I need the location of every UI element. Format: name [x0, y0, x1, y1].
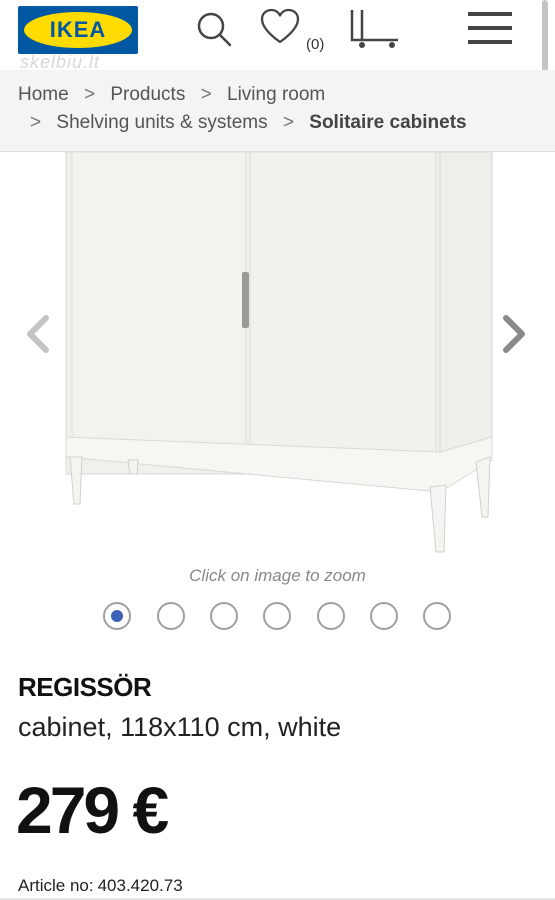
breadcrumb-separator: > [30, 112, 42, 133]
breadcrumb-shelving-units[interactable]: Shelving units & systems [56, 112, 267, 133]
image-dot[interactable] [317, 602, 345, 630]
breadcrumb-row-1: Home > Products > Living room [18, 84, 325, 106]
search-icon [197, 12, 232, 47]
zoom-hint: Click on image to zoom [189, 566, 366, 585]
product-description: cabinet, 118x110 cm, white [18, 712, 342, 742]
shopping-trolley-icon [350, 10, 398, 48]
product-image[interactable] [0, 152, 555, 562]
search-button[interactable] [192, 8, 236, 52]
image-dot[interactable] [210, 602, 238, 630]
image-pagination [103, 602, 463, 630]
article-value: 403.420.73 [97, 876, 183, 895]
image-dot[interactable] [103, 602, 131, 630]
breadcrumb-current: Solitaire cabinets [309, 112, 467, 133]
product-price: 279 € [16, 773, 169, 847]
breadcrumb: Home > Products > Living room > Shelving… [0, 70, 555, 152]
cart-button[interactable] [348, 8, 404, 52]
product-name: REGISSÖR [18, 672, 152, 702]
article-label: Article no: [18, 876, 94, 895]
breadcrumb-separator: > [200, 84, 212, 105]
breadcrumb-home[interactable]: Home [18, 84, 69, 105]
wishlist-count: (0) [306, 36, 325, 53]
image-dot[interactable] [423, 602, 451, 630]
logo-text: IKEA [49, 17, 107, 42]
product-image-gallery[interactable] [0, 152, 555, 562]
wishlist-button[interactable]: (0) [256, 8, 336, 53]
image-dot[interactable] [263, 602, 291, 630]
image-dot[interactable] [370, 602, 398, 630]
hamburger-menu-icon [468, 12, 512, 44]
ikea-logo[interactable]: IKEA [18, 6, 138, 54]
breadcrumb-separator: > [83, 84, 96, 105]
heart-icon [260, 8, 300, 44]
article-number: Article no: 403.420.73 [18, 876, 183, 896]
image-dot[interactable] [157, 602, 185, 630]
menu-button[interactable] [466, 8, 514, 52]
breadcrumb-products[interactable]: Products [110, 84, 185, 105]
chevron-left-icon [27, 315, 49, 353]
chevron-right-icon [503, 315, 525, 353]
breadcrumb-separator: > [282, 112, 294, 133]
next-image-button[interactable] [494, 312, 534, 356]
previous-image-button[interactable] [18, 312, 58, 356]
site-header: IKEA (0) skelbiu.lt [0, 0, 555, 112]
breadcrumb-row-2: > Shelving units & systems > Solitaire c… [30, 112, 467, 134]
breadcrumb-living-room[interactable]: Living room [227, 84, 325, 105]
